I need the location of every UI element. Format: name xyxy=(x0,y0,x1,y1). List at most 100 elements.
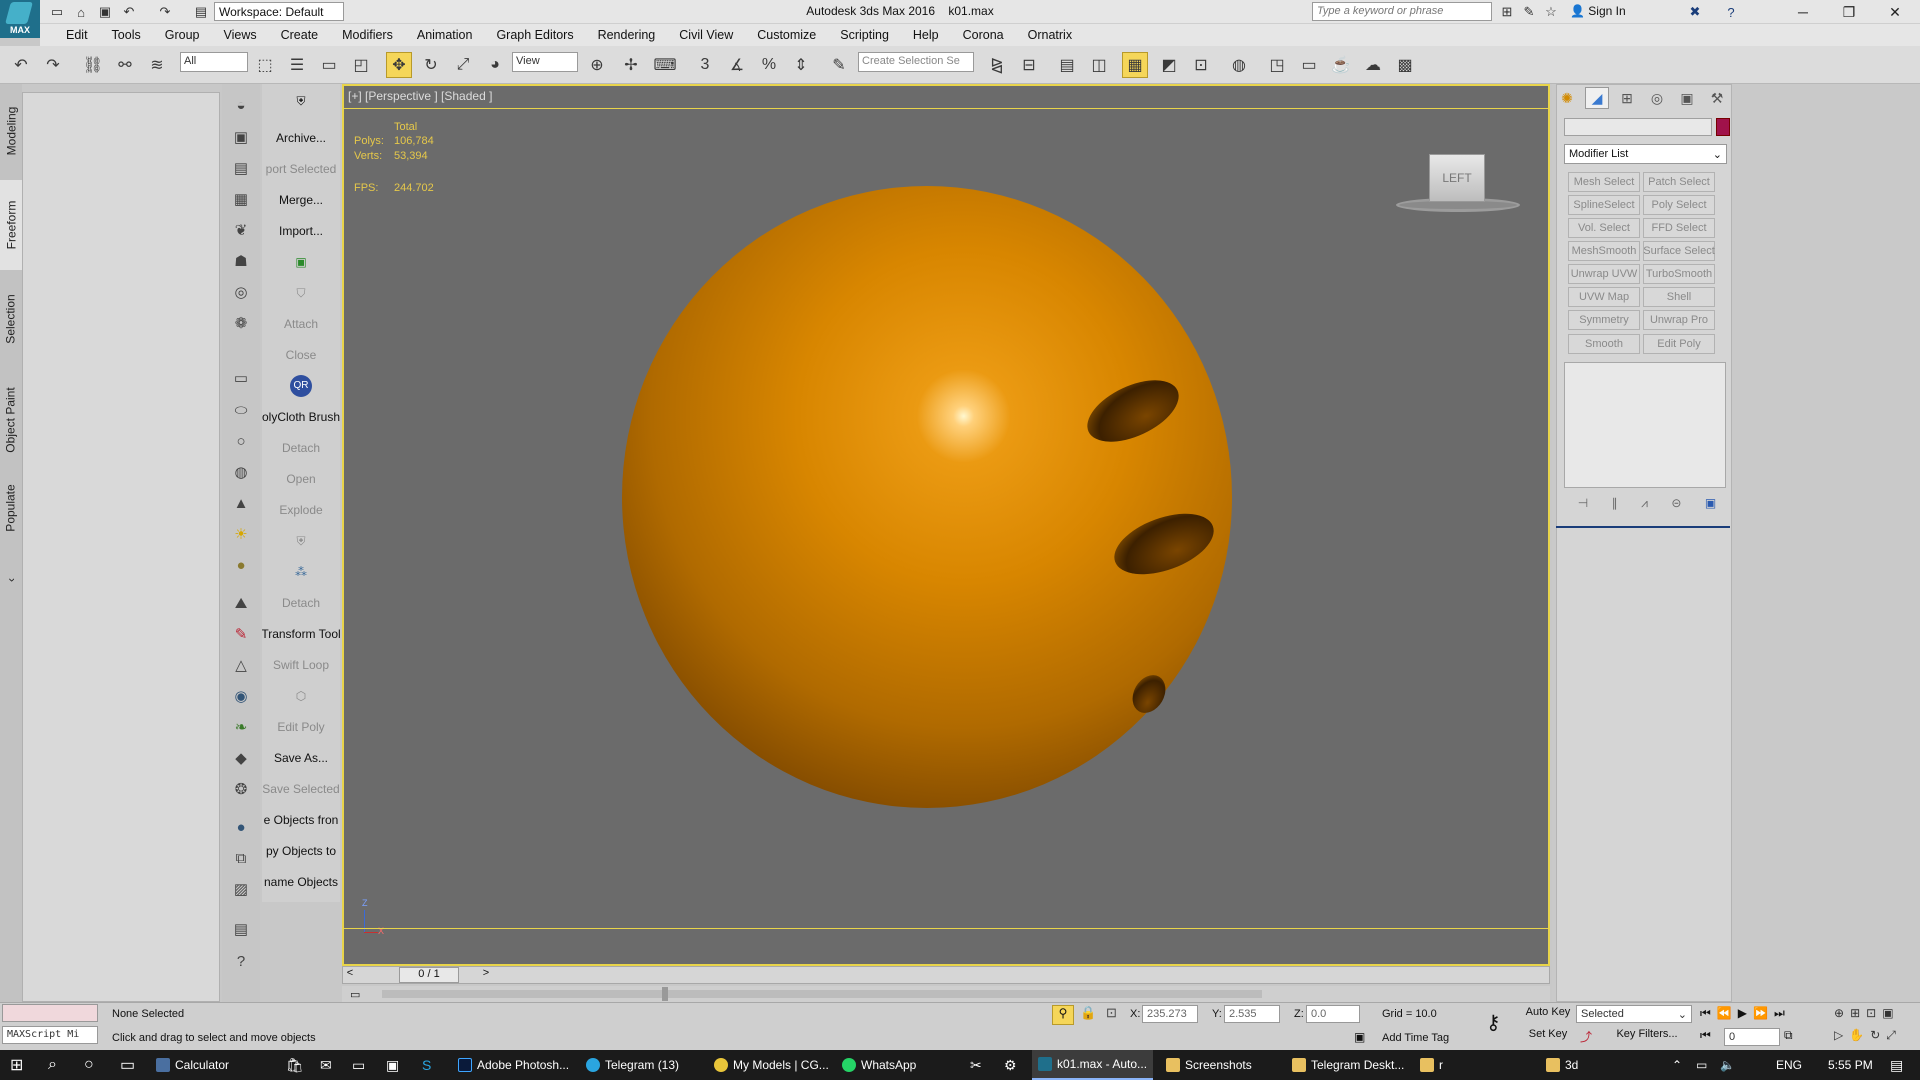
percent-snap-icon[interactable]: % xyxy=(756,52,782,78)
x-coord-field[interactable]: 235.273 xyxy=(1142,1005,1198,1023)
vol-select-button[interactable]: Vol. Select xyxy=(1568,218,1640,238)
time-config-icon[interactable]: ⧉ xyxy=(1784,1028,1793,1043)
cone-icon[interactable]: ▲ xyxy=(227,490,255,516)
skype-icon[interactable]: S xyxy=(416,1050,437,1080)
window-crossing-icon[interactable]: ◰ xyxy=(348,52,374,78)
poly-select-button[interactable]: Poly Select xyxy=(1643,195,1715,215)
save-selection-icon[interactable]: ▣ xyxy=(227,124,255,150)
render-production-icon[interactable]: ☕ xyxy=(1328,52,1354,78)
modifier-list-dropdown[interactable]: Modifier List ⌄ xyxy=(1564,144,1727,164)
help-icon[interactable]: ? xyxy=(1722,3,1740,21)
viewcube[interactable]: LEFT xyxy=(1429,154,1485,202)
app-logo-icon[interactable]: MAX xyxy=(0,0,40,38)
sphere-icon[interactable]: ● xyxy=(227,814,255,840)
uvw-map-button[interactable]: UVW Map xyxy=(1568,287,1640,307)
detach-button[interactable]: Detach xyxy=(262,589,340,617)
play-icon[interactable]: ▶ xyxy=(1738,1006,1753,1020)
orange-sphere-object[interactable] xyxy=(622,186,1232,808)
maxscript-listener[interactable] xyxy=(2,1004,98,1022)
previous-frame-icon[interactable]: ⏪ xyxy=(1717,1006,1738,1020)
copy-objects-button[interactable]: py Objects to xyxy=(262,837,340,865)
menu-corona[interactable]: Corona xyxy=(951,28,1016,42)
store-icon[interactable]: 🛍 xyxy=(280,1050,310,1080)
set-key-button[interactable]: Set Key xyxy=(1524,1028,1572,1046)
taskbar-photoshop[interactable]: Adobe Photosh... xyxy=(452,1050,575,1080)
tab-modeling[interactable]: Modeling xyxy=(0,96,22,166)
material-editor-icon[interactable]: ◍ xyxy=(1226,52,1252,78)
menu-tools[interactable]: Tools xyxy=(100,28,153,42)
tab-freeform[interactable]: Freeform xyxy=(0,180,22,270)
terrain-icon[interactable]: ⛰ xyxy=(227,590,255,616)
new-file-icon[interactable]: ▭ xyxy=(48,3,66,21)
go-to-end-icon[interactable]: ⏭ xyxy=(1774,1006,1791,1020)
motion-tab-icon[interactable]: ◎ xyxy=(1645,87,1669,109)
rock-icon[interactable]: ◆ xyxy=(227,745,255,771)
swift-loop-button[interactable]: Swift Loop xyxy=(262,651,340,679)
zoom-all-icon[interactable]: ⊞ xyxy=(1850,1006,1866,1020)
task-view-icon[interactable]: ▭ xyxy=(114,1050,141,1080)
tab-object-paint[interactable]: Object Paint xyxy=(0,370,22,470)
taskbar-chrome[interactable]: My Models | CG... xyxy=(708,1050,835,1080)
field-of-view-icon[interactable]: ▷ xyxy=(1834,1028,1849,1042)
cortana-icon[interactable]: ○ xyxy=(78,1050,100,1080)
project-folder-icon[interactable]: ▤ xyxy=(192,3,210,21)
torus-icon[interactable]: ◍ xyxy=(227,459,255,485)
named-selection-set-dropdown[interactable]: Create Selection Se xyxy=(858,52,974,72)
spline-select-button[interactable]: SplineSelect xyxy=(1568,195,1640,215)
select-by-name-icon[interactable]: ☰ xyxy=(284,52,310,78)
taskbar-telegram[interactable]: Telegram (13) xyxy=(580,1050,685,1080)
selection-lock-icon[interactable]: ⚲ xyxy=(1052,1005,1074,1025)
close-icon[interactable]: ✕ xyxy=(1872,0,1918,24)
pyramid-icon[interactable]: △ xyxy=(227,652,255,678)
zoom-extents-icon[interactable]: ⊡ xyxy=(1866,1006,1882,1020)
scene-explorer-icon[interactable]: ▤ xyxy=(227,155,255,181)
cloth-icon[interactable]: ☗ xyxy=(227,248,255,274)
open-file-icon[interactable]: ⌂ xyxy=(72,3,90,21)
detach-button[interactable]: Detach xyxy=(262,434,340,462)
select-and-scale-icon[interactable]: ⤢ xyxy=(450,52,476,78)
render-in-cloud-icon[interactable]: ▩ xyxy=(1392,52,1418,78)
clock[interactable]: 5:55 PM xyxy=(1822,1050,1879,1080)
selection-filter-dropdown[interactable]: All xyxy=(180,52,248,72)
brush-icon[interactable]: ✎ xyxy=(227,621,255,647)
key-filters-button[interactable]: Key Filters... xyxy=(1604,1028,1690,1046)
globe-icon[interactable]: ◉ xyxy=(227,683,255,709)
redo-icon[interactable]: ↷ xyxy=(40,52,66,78)
archive-button[interactable]: Archive... xyxy=(262,124,340,152)
utilities-tab-icon[interactable]: ⚒ xyxy=(1705,87,1729,109)
screenshot-app-icon[interactable]: ▣ xyxy=(380,1050,405,1080)
object-name-field[interactable] xyxy=(1564,118,1712,136)
mail-icon[interactable]: ✉ xyxy=(314,1050,338,1080)
taskbar-3d[interactable]: 3d xyxy=(1540,1050,1584,1080)
save-icon[interactable]: ▣ xyxy=(96,3,114,21)
ffd-select-button[interactable]: FFD Select xyxy=(1643,218,1715,238)
open-button[interactable]: Open xyxy=(262,465,340,493)
particles-icon[interactable]: ⁂ xyxy=(262,558,340,586)
search-icon[interactable]: ⌕ xyxy=(42,1050,63,1080)
clipboard-icon[interactable]: ▤ xyxy=(227,916,255,942)
mesh-select-button[interactable]: Mesh Select xyxy=(1568,172,1640,192)
display-tab-icon[interactable]: ▣ xyxy=(1675,87,1699,109)
pivot-center-icon[interactable]: ⊕ xyxy=(584,52,610,78)
film-icon[interactable]: ❁ xyxy=(227,310,255,336)
configure-sets-icon[interactable]: ▣ xyxy=(1705,496,1716,516)
surface-select-button[interactable]: Surface Select xyxy=(1643,241,1715,261)
maximize-viewport-icon[interactable]: ⤢ xyxy=(1886,1028,1902,1042)
menu-graph-editors[interactable]: Graph Editors xyxy=(484,28,585,42)
viewport-label[interactable]: [+] [Perspective ] [Shaded ] xyxy=(348,89,492,103)
link-icon[interactable]: ⛓ xyxy=(80,52,106,78)
taskbar-whatsapp[interactable]: WhatsApp xyxy=(836,1050,922,1080)
merge-button[interactable]: Merge... xyxy=(262,186,340,214)
pin-stack-icon[interactable]: ⊣ xyxy=(1578,496,1588,516)
pan-icon[interactable]: ✋ xyxy=(1849,1028,1870,1042)
taskbar-3dsmax[interactable]: k01.max - Auto... xyxy=(1032,1050,1154,1080)
time-slider-thumb[interactable]: 0 / 1 xyxy=(399,967,459,983)
menu-customize[interactable]: Customize xyxy=(745,28,828,42)
menu-views[interactable]: Views xyxy=(211,28,268,42)
rename-objects-button[interactable]: name Objects xyxy=(262,868,340,896)
next-frame-icon[interactable]: ⏩ xyxy=(1753,1006,1774,1020)
ribbon-expand-icon[interactable]: ‹ xyxy=(0,570,22,590)
menu-rendering[interactable]: Rendering xyxy=(586,28,668,42)
undo-icon[interactable]: ↶ xyxy=(120,3,138,21)
import-button[interactable]: Import... xyxy=(262,217,340,245)
